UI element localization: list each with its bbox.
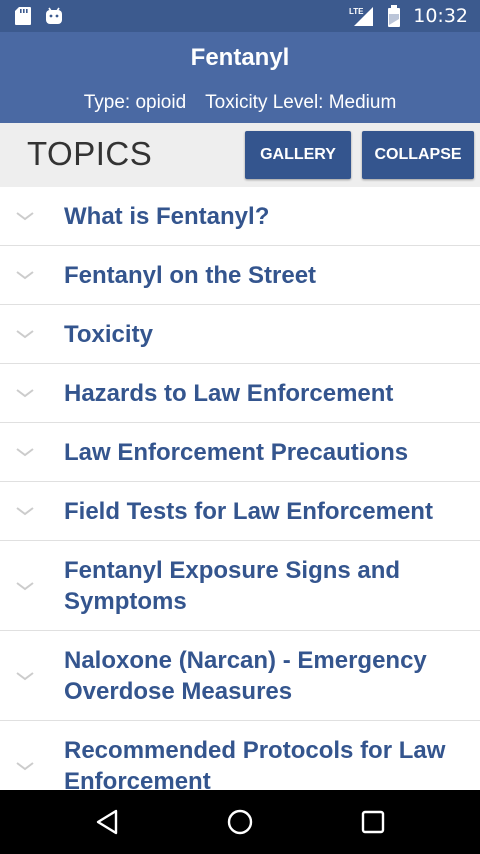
chevron-down-icon — [16, 507, 34, 516]
recents-icon[interactable] — [343, 797, 403, 847]
topic-item-toxicity[interactable]: Toxicity — [0, 305, 480, 364]
collapse-button[interactable]: COLLAPSE — [362, 131, 474, 179]
topic-item-precautions[interactable]: Law Enforcement Precautions — [0, 423, 480, 482]
chevron-down-icon — [16, 581, 34, 590]
topic-item-field-tests[interactable]: Field Tests for Law Enforcement — [0, 482, 480, 541]
chevron-down-icon — [16, 761, 34, 770]
chevron-down-icon — [16, 448, 34, 457]
topic-item-exposure-signs[interactable]: Fentanyl Exposure Signs and Symptoms — [0, 541, 480, 631]
network-type-label: LTE — [349, 7, 364, 16]
back-icon[interactable] — [77, 797, 137, 847]
topic-item-hazards[interactable]: Hazards to Law Enforcement — [0, 364, 480, 423]
system-nav-bar — [0, 790, 480, 854]
topic-label: Recommended Protocols for Law Enforcemen… — [64, 736, 446, 791]
topic-label: Hazards to Law Enforcement — [64, 379, 394, 407]
topic-label: Field Tests for Law Enforcement — [64, 497, 433, 525]
status-bar: LTE 10:32 — [0, 0, 480, 32]
topic-item-naloxone[interactable]: Naloxone (Narcan) - Emergency Overdose M… — [0, 631, 480, 721]
chevron-down-icon — [16, 671, 34, 680]
topic-list: What is Fentanyl? Fentanyl on the Street… — [0, 187, 480, 790]
chevron-down-icon — [16, 330, 34, 339]
chevron-down-icon — [16, 389, 34, 398]
topic-label: Fentanyl Exposure Signs and Symptoms — [64, 556, 401, 615]
chevron-down-icon — [16, 212, 34, 221]
topic-label: Fentanyl on the Street — [64, 261, 317, 289]
topics-toolbar: TOPICS GALLERY COLLAPSE — [0, 123, 480, 187]
drug-type: Type: opioid — [83, 92, 187, 113]
status-time: 10:32 — [413, 5, 468, 27]
chevron-down-icon — [16, 271, 34, 280]
topics-heading: TOPICS — [27, 135, 153, 172]
topic-label: Toxicity — [64, 320, 153, 348]
status-right-icons: LTE 10:32 — [349, 5, 468, 27]
topic-label: Law Enforcement Precautions — [64, 438, 409, 466]
status-left-icons — [14, 6, 64, 26]
topic-label: Naloxone (Narcan) - Emergency Overdose M… — [64, 646, 427, 705]
android-notification-icon — [44, 6, 64, 26]
topic-item-what-is-fentanyl[interactable]: What is Fentanyl? — [0, 187, 480, 246]
battery-icon — [387, 5, 401, 27]
toxicity-level: Toxicity Level: Medium — [205, 92, 397, 113]
drug-meta: Type: opioid Toxicity Level: Medium — [0, 92, 480, 114]
topic-item-on-the-street[interactable]: Fentanyl on the Street — [0, 246, 480, 305]
topic-label: What is Fentanyl? — [64, 202, 270, 230]
gallery-button[interactable]: GALLERY — [245, 131, 351, 179]
app-header: Fentanyl Type: opioid Toxicity Level: Me… — [0, 32, 480, 123]
topic-item-protocols[interactable]: Recommended Protocols for Law Enforcemen… — [0, 721, 480, 790]
home-icon[interactable] — [210, 797, 270, 847]
sd-card-icon — [14, 6, 32, 26]
page-title: Fentanyl — [190, 44, 290, 71]
signal-icon: LTE — [349, 5, 375, 27]
